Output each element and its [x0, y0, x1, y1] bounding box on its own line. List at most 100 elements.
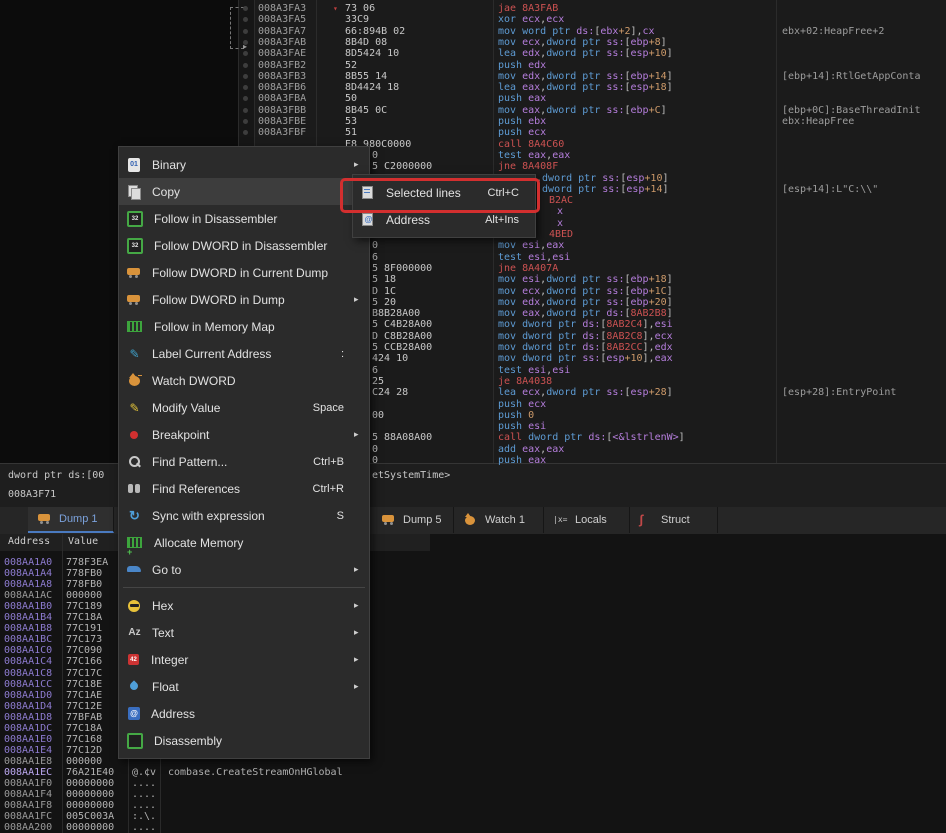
menu-item-sync-with-expression[interactable]: ↻Sync with expressionS: [119, 502, 369, 529]
dump-value: 77C1AE: [66, 690, 102, 701]
disasm-bytes: 5 18: [372, 274, 396, 285]
menu-item-label: Disassembly: [154, 734, 354, 748]
disasm-address: 008A3FA7: [258, 26, 306, 37]
tab-label: Struct: [661, 514, 690, 526]
disasm-instruction: je 8A4038: [498, 376, 552, 387]
disasm-row[interactable]: 008A3FBE53push ebxebx:HeapFree: [0, 116, 946, 127]
dump-row[interactable]: 008AA1FC005C003A:.\.: [0, 811, 946, 822]
menu-item-find-pattern-[interactable]: Find Pattern...Ctrl+B: [119, 448, 369, 475]
tab-label: Dump 1: [59, 513, 98, 525]
menu-item-address[interactable]: @Address: [119, 700, 369, 727]
menu-item-follow-in-memory-map[interactable]: Follow in Memory Map: [119, 313, 369, 340]
breakpoint-dot[interactable]: [243, 6, 248, 11]
instr-token: mov: [498, 274, 522, 285]
disasm-instruction: x: [557, 206, 563, 217]
tab-dump-1[interactable]: Dump 1: [28, 507, 114, 533]
disasm-bytes: 8D5424 10: [345, 48, 399, 59]
menu-item-integer[interactable]: 42Integer▸: [119, 646, 369, 673]
instr-token: ss:: [602, 184, 620, 195]
instr-token: 8A4038: [516, 376, 552, 387]
instr-token: ]: [667, 274, 673, 285]
instr-token: lea: [498, 48, 522, 59]
instr-token: eax: [546, 444, 564, 455]
label-icon: ✎: [126, 346, 143, 362]
menu-item-follow-dword-in-disassembler[interactable]: 32Follow DWORD in Disassembler: [119, 232, 369, 259]
breakpoint-dot[interactable]: [243, 74, 248, 79]
instr-token: ],: [643, 319, 655, 330]
disasm-address: 008A3FBF: [258, 127, 306, 138]
disasm-row[interactable]: 008A3FB68D4424 18lea eax,dword ptr ss:[e…: [0, 82, 946, 93]
disasm-row[interactable]: 008A3FBA50push eax: [0, 93, 946, 104]
instr-token: xor: [498, 14, 522, 25]
dump-row[interactable]: 008AA1F400000000....: [0, 789, 946, 800]
instr-token: ds:: [576, 26, 594, 37]
breakpoint-dot[interactable]: [243, 119, 248, 124]
menu-item-modify-value[interactable]: ✎Modify ValueSpace: [119, 394, 369, 421]
instr-token: eax: [522, 82, 540, 93]
menu-item-float[interactable]: Float▸: [119, 673, 369, 700]
disasm-bytes: D 1C: [372, 286, 396, 297]
menu-item-label: Float: [152, 680, 354, 694]
menu-item-find-references[interactable]: Find ReferencesCtrl+R: [119, 475, 369, 502]
menu-item-label-current-address[interactable]: ✎Label Current Address:: [119, 340, 369, 367]
dump-row[interactable]: 008AA1EC76A21E40@.¢vcombase.CreateStream…: [0, 767, 946, 778]
instr-token: ]: [667, 308, 673, 319]
menu-item-go-to[interactable]: Go to▸: [119, 556, 369, 583]
menu-item-binary[interactable]: 01Binary▸: [119, 151, 369, 178]
dump-comment: combase.CreateStreamOnHGlobal: [168, 767, 343, 778]
submenu-item-selected-lines[interactable]: Selected linesCtrl+C: [353, 179, 535, 206]
instr-token: 8A407A: [522, 263, 558, 274]
disasm-row[interactable]: 008A3FAB8B4D 08mov ecx,dword ptr ss:[ebp…: [0, 37, 946, 48]
instr-token: ds:: [582, 331, 600, 342]
menu-item-hex[interactable]: Hex▸: [119, 592, 369, 619]
menu-item-watch-dword[interactable]: Watch DWORD: [119, 367, 369, 394]
disasm-row[interactable]: 008A3FBB8B45 0Cmov eax,dword ptr ss:[ebp…: [0, 105, 946, 116]
disasm-row[interactable]: ▾008A3FA373 06jae 8A3FAB: [0, 3, 946, 14]
tab-locals[interactable]: |x=Locals: [544, 507, 630, 533]
breakpoint-dot[interactable]: [243, 63, 248, 68]
tab-dump-5[interactable]: Dump 5: [372, 507, 454, 533]
tab-label: Watch 1: [485, 514, 525, 526]
instr-token: ebp: [631, 37, 649, 48]
disasm-row[interactable]: 008A3FA533C9xor ecx,ecx: [0, 14, 946, 25]
disasm-instruction: mov dword ptr ss:[esp+10],eax: [498, 353, 673, 364]
instr-token: ]: [661, 105, 667, 116]
menu-separator: [123, 587, 365, 588]
disasm-row[interactable]: 008A3FA766:894B 02mov word ptr ds:[ebx+2…: [0, 26, 946, 37]
dump-row[interactable]: 008AA20000000000....: [0, 822, 946, 833]
instr-token: esi: [655, 319, 673, 330]
instr-token: edx: [522, 71, 540, 82]
menu-item-follow-dword-in-dump[interactable]: Follow DWORD in Dump▸: [119, 286, 369, 313]
menu-item-breakpoint[interactable]: Breakpoint▸: [119, 421, 369, 448]
dump-row[interactable]: 008AA1F000000000....: [0, 778, 946, 789]
disasm-row[interactable]: 008A3FAE8D5424 10lea edx,dword ptr ss:[e…: [0, 48, 946, 59]
menu-item-follow-dword-in-current-dump[interactable]: Follow DWORD in Current Dump: [119, 259, 369, 286]
tab-struct[interactable]: ʃStruct: [630, 507, 718, 533]
disasm-bytes: D C8B28A00: [372, 331, 432, 342]
breakpoint-dot[interactable]: [243, 40, 248, 45]
instr-token: dword ptr: [546, 297, 606, 308]
menu-item-label: Binary: [152, 158, 354, 172]
menu-item-disassembly[interactable]: Disassembly: [119, 727, 369, 754]
submenu-arrow-icon: ▸: [354, 159, 363, 170]
disasm-instruction: call dword ptr ds:[<&lstrlenW>]: [498, 432, 685, 443]
instr-token: esi: [552, 252, 570, 263]
instr-token: je: [498, 376, 516, 387]
disasm-bytes: C24 28: [372, 387, 408, 398]
instr-token: push: [498, 60, 528, 71]
tab-watch-1[interactable]: Watch 1: [454, 507, 544, 533]
dump-address: 008AA1BC: [4, 634, 52, 645]
dump-row[interactable]: 008AA1F800000000....: [0, 800, 946, 811]
menu-item-copy[interactable]: Copy▸: [119, 178, 369, 205]
menu-item-text[interactable]: AzText▸: [119, 619, 369, 646]
submenu-item-address[interactable]: @AddressAlt+Ins: [353, 206, 535, 233]
breakpoint-dot[interactable]: [243, 108, 248, 113]
disasm-row[interactable]: 008A3FBF51push ecx: [0, 127, 946, 138]
breakpoint-dot[interactable]: [243, 29, 248, 34]
menu-item-allocate-memory[interactable]: Allocate Memory: [119, 529, 369, 556]
menu-item-label: Go to: [152, 563, 354, 577]
disasm-bytes: 5 C2000000: [372, 161, 432, 172]
disasm-row[interactable]: 008A3FB252push edx: [0, 60, 946, 71]
disasm-row[interactable]: 008A3FB38B55 14mov edx,dword ptr ss:[ebp…: [0, 71, 946, 82]
menu-item-follow-in-disassembler[interactable]: 32Follow in Disassembler: [119, 205, 369, 232]
